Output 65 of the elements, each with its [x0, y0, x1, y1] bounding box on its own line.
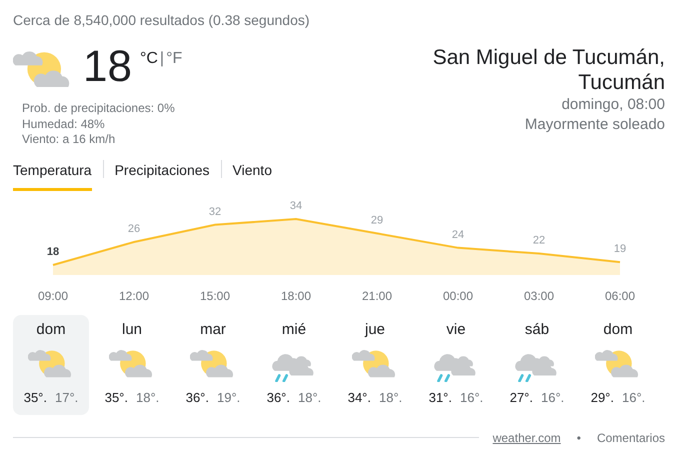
day-forecast[interactable]: mar 36°. 19°. — [175, 314, 251, 415]
data-label: 18 — [46, 246, 60, 258]
day-forecast[interactable]: vie 31°. 16°. — [418, 314, 494, 415]
low-temperature: 16°. — [460, 389, 484, 408]
high-temperature: 27°. — [510, 389, 533, 408]
weather-detail: Humedad: 48% — [22, 116, 106, 132]
time-label: 03:00 — [524, 288, 554, 303]
day-name: dom — [36, 320, 66, 340]
day-name: vie — [446, 320, 466, 340]
day-name: dom — [603, 320, 633, 340]
low-temperature: 18°. — [379, 389, 402, 408]
result-stats: Cerca de 8,540,000 resultados (0.38 segundos) — [13, 11, 311, 30]
time-label: 18:00 — [280, 288, 312, 303]
weather-detail: Viento: a 16 km/h — [22, 132, 116, 148]
day-name: sáb — [524, 320, 550, 340]
condition-text: Mayormente soleado — [524, 114, 665, 134]
temperature: 18 — [83, 45, 132, 89]
high-temperature: 36°. — [266, 389, 290, 408]
high-temperature: 35°. — [24, 389, 47, 408]
chart-tab[interactable]: Temperatura — [13, 160, 92, 191]
low-temperature: 16°. — [541, 389, 564, 408]
data-label: 24 — [452, 228, 464, 241]
data-label: 19 — [614, 242, 626, 255]
low-temperature: 19°. — [217, 389, 240, 408]
day-forecast[interactable]: dom 29°. 16°. — [580, 314, 656, 415]
low-temperature: 16°. — [622, 389, 646, 408]
separator: • — [576, 430, 581, 447]
time-label: 21:00 — [362, 288, 392, 303]
fahrenheit-unit[interactable]: °F — [166, 47, 182, 71]
time-label: 15:00 — [200, 288, 230, 303]
source-link[interactable]: weather.com — [492, 428, 561, 447]
high-temperature: 36°. — [186, 389, 209, 408]
celsius-unit[interactable]: °C — [140, 47, 158, 71]
time-label: 06:00 — [604, 288, 636, 303]
day-name: lun — [122, 320, 142, 340]
day-forecast[interactable]: mié 36°. 18°. — [256, 314, 332, 415]
day-forecast[interactable]: sáb 27°. 16°. — [499, 314, 575, 415]
data-label: 22 — [532, 234, 546, 246]
feedback-link[interactable]: Comentarios — [596, 428, 665, 447]
data-label: 32 — [208, 206, 222, 218]
day-name: mié — [282, 320, 306, 340]
high-temperature: 31°. — [428, 389, 452, 408]
high-temperature: 35°. — [104, 389, 128, 408]
chart-tab[interactable]: Precipitaciones — [114, 160, 210, 191]
time-label: 12:00 — [118, 288, 150, 303]
low-temperature: 18°. — [136, 389, 160, 408]
location-name: San Miguel de Tucumán, Tucumán — [432, 45, 665, 96]
chart-tab[interactable]: Viento — [232, 160, 272, 191]
time-label: 09:00 — [38, 288, 68, 303]
data-label: 29 — [370, 214, 384, 226]
time-label: 00:00 — [442, 288, 474, 303]
low-temperature: 18°. — [298, 389, 322, 408]
unit-separator: | — [160, 49, 164, 69]
low-temperature: 17°. — [55, 389, 78, 408]
day-forecast[interactable]: jue 34°. 18°. — [337, 314, 413, 415]
weather-detail: Prob. de precipitaciones: 0% — [22, 101, 176, 117]
day-forecast[interactable]: dom 35°. 17°. — [13, 314, 89, 415]
day-forecast[interactable]: lun 35°. 18°. — [94, 314, 170, 415]
day-name: jue — [364, 320, 386, 340]
day-name: mar — [200, 320, 226, 340]
high-temperature: 29°. — [590, 389, 614, 408]
date-time: domingo, 08:00 — [560, 95, 665, 115]
data-label: 26 — [128, 222, 140, 235]
data-label: 34 — [290, 200, 302, 212]
high-temperature: 34°. — [348, 389, 371, 408]
